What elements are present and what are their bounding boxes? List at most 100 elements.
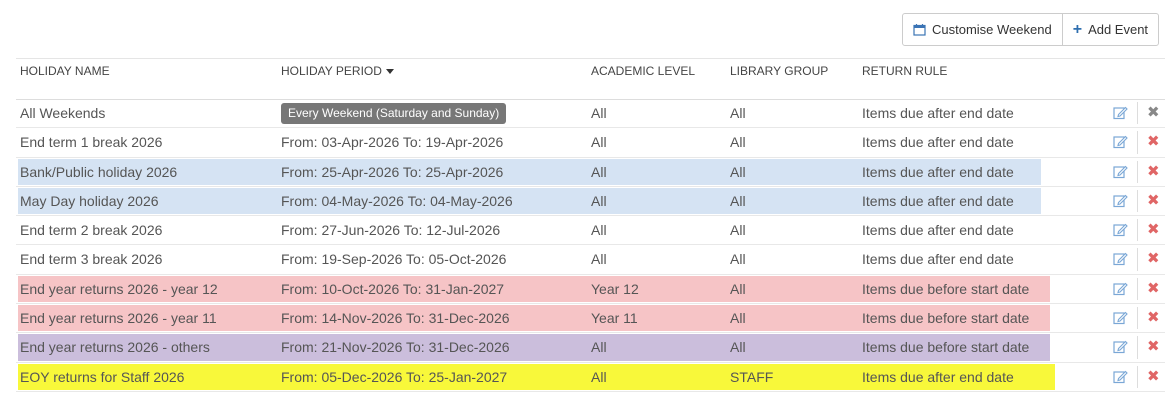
add-event-button[interactable]: + Add Event	[1061, 14, 1158, 45]
edit-icon	[1113, 223, 1128, 237]
edit-button[interactable]	[1113, 165, 1128, 182]
table-row: End year returns 2026 - year 12 From: 10-…	[16, 275, 1165, 305]
column-header-holiday-period[interactable]: HOLIDAY PERIOD	[281, 64, 394, 78]
library-group-cell: All	[730, 134, 746, 151]
edit-button[interactable]	[1113, 135, 1128, 152]
edit-icon	[1113, 341, 1128, 354]
delete-button[interactable]: ✖	[1147, 132, 1160, 152]
library-group-cell: All	[730, 105, 746, 121]
delete-button[interactable]: ✖	[1147, 308, 1160, 328]
academic-level-cell: All	[591, 192, 607, 209]
close-icon: ✖	[1147, 133, 1160, 151]
column-header-academic-level[interactable]: ACADEMIC LEVEL	[591, 64, 695, 78]
column-header-library-group[interactable]: LIBRARY GROUP	[730, 64, 828, 78]
edit-button[interactable]	[1113, 370, 1128, 387]
return-rule-cell: Items due after end date	[862, 134, 1014, 151]
delete-button[interactable]: ✖	[1147, 249, 1160, 269]
edit-icon	[1113, 311, 1128, 325]
holiday-period-cell: From: 25-Apr-2026 To: 25-Apr-2026	[281, 163, 504, 180]
table-header: HOLIDAY NAME HOLIDAY PERIOD ACADEMIC LEV…	[16, 58, 1165, 100]
holiday-name-cell: End term 2 break 2026	[20, 222, 163, 239]
holiday-name-cell: Bank/Public holiday 2026	[20, 163, 178, 180]
table-row: May Day holiday 2026 From: 04-May-2026 To…	[16, 187, 1165, 217]
plus-icon: +	[1072, 20, 1083, 38]
library-group-cell: All	[730, 192, 746, 209]
close-icon: ✖	[1147, 279, 1160, 297]
table-row: End year returns 2026 - others From: 21-N…	[16, 333, 1165, 363]
customise-weekend-label: Customise Weekend	[932, 22, 1052, 37]
customise-weekend-button[interactable]: Customise Weekend	[903, 14, 1062, 45]
edit-button[interactable]	[1113, 252, 1128, 269]
return-rule-cell: Items due after end date	[862, 163, 1014, 180]
library-group-cell: All	[730, 280, 746, 297]
delete-button[interactable]: ✖	[1147, 191, 1160, 211]
holiday-name-cell: May Day holiday 2026	[20, 192, 159, 209]
close-icon: ✖	[1147, 162, 1160, 180]
holiday-name-cell: End term 1 break 2026	[20, 134, 163, 151]
delete-button[interactable]: ✖	[1147, 337, 1160, 357]
academic-level-cell: All	[591, 134, 607, 151]
edit-icon	[1113, 194, 1128, 207]
edit-button[interactable]	[1113, 340, 1128, 357]
table-row: All Weekends Every Weekend (Saturday and …	[16, 99, 1165, 129]
close-icon: ✖	[1147, 338, 1160, 356]
edit-button[interactable]	[1113, 106, 1128, 123]
return-rule-cell: Items due after end date	[862, 105, 1014, 121]
academic-level-cell: All	[591, 163, 607, 180]
edit-button[interactable]	[1113, 311, 1128, 328]
academic-level-cell: Year 11	[591, 310, 638, 327]
delete-button[interactable]: ✖	[1147, 220, 1160, 240]
holiday-name-cell: End year returns 2026 - year 11	[20, 310, 217, 327]
holiday-period-cell: From: 03-Apr-2026 To: 19-Apr-2026	[281, 134, 504, 151]
table-row: End term 3 break 2026 From: 19-Sep-2026 T…	[16, 245, 1165, 275]
holiday-period-cell: From: 10-Oct-2026 To: 31-Jan-2027	[281, 280, 505, 297]
table-row: End term 1 break 2026 From: 03-Apr-2026 T…	[16, 128, 1165, 158]
add-event-label: Add Event	[1088, 22, 1149, 37]
close-icon: ✖	[1147, 309, 1160, 327]
academic-level-cell: All	[591, 251, 607, 268]
action-separator	[1137, 102, 1138, 125]
academic-level-cell: All	[591, 105, 607, 121]
edit-button[interactable]	[1113, 194, 1128, 211]
holiday-period-cell: From: 14-Nov-2026 To: 31-Dec-2026	[281, 310, 510, 327]
column-header-return-rule[interactable]: RETURN RULE	[862, 64, 947, 78]
column-header-holiday-name[interactable]: HOLIDAY NAME	[20, 64, 110, 78]
return-rule-cell: Items due after end date	[862, 251, 1014, 268]
close-icon: ✖	[1147, 250, 1160, 268]
table-row: End term 2 break 2026 From: 27-Jun-2026 T…	[16, 216, 1165, 246]
delete-button[interactable]: ✖	[1147, 279, 1160, 299]
library-group-cell: All	[730, 222, 746, 239]
delete-button[interactable]: ✖	[1147, 103, 1160, 123]
table-row: End year returns 2026 - year 11 From: 14-…	[16, 304, 1165, 334]
return-rule-cell: Items due after end date	[862, 222, 1014, 239]
close-icon: ✖	[1147, 221, 1160, 239]
edit-button[interactable]	[1113, 223, 1128, 240]
academic-level-cell: All	[591, 222, 607, 239]
edit-button[interactable]	[1113, 282, 1128, 299]
edit-icon	[1113, 106, 1128, 120]
holiday-period-cell: From: 21-Nov-2026 To: 31-Dec-2026	[281, 339, 510, 356]
action-separator	[1137, 277, 1138, 301]
holiday-name-cell: End year returns 2026 - others	[20, 339, 210, 356]
action-separator	[1137, 219, 1138, 242]
delete-button[interactable]: ✖	[1147, 162, 1160, 182]
close-icon: ✖	[1147, 367, 1160, 385]
return-rule-cell: Items due after end date	[862, 192, 1014, 209]
delete-button[interactable]: ✖	[1147, 367, 1160, 387]
edit-icon	[1113, 253, 1128, 266]
return-rule-cell: Items due before start date	[862, 339, 1030, 356]
edit-icon	[1113, 165, 1128, 178]
table-row: Bank/Public holiday 2026 From: 25-Apr-202…	[16, 158, 1165, 187]
academic-level-cell: Year 12	[591, 280, 639, 297]
action-separator	[1137, 248, 1138, 271]
holiday-name-cell: End term 3 break 2026	[20, 251, 163, 268]
edit-icon	[1113, 282, 1128, 295]
return-rule-cell: Items due after end date	[862, 368, 1014, 385]
action-separator	[1137, 160, 1138, 183]
toolbar: Customise Weekend + Add Event	[902, 13, 1160, 46]
sort-caret-icon	[385, 69, 394, 75]
action-separator	[1137, 365, 1138, 388]
table-row: EOY returns for Staff 2026 From: 05-Dec-2…	[16, 363, 1165, 392]
holiday-period-cell: From: 19-Sep-2026 To: 05-Oct-2026	[281, 251, 507, 268]
holiday-name-cell: EOY returns for Staff 2026	[20, 368, 185, 385]
